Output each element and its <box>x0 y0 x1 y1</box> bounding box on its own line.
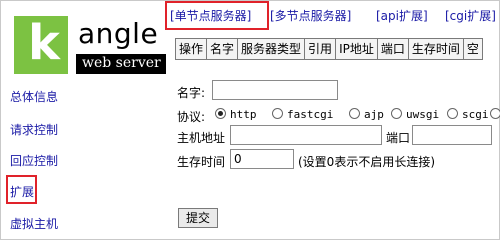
ttl-hint: (设置0表示不启用长连接) <box>298 155 435 169</box>
name-input[interactable] <box>212 80 338 100</box>
logo-subtitle: web server <box>82 55 161 71</box>
sidebar-item-overview[interactable]: 总体信息 <box>10 88 58 105</box>
column-header: 端口 <box>377 39 409 59</box>
protocol-radio-uwsgi[interactable] <box>391 108 402 119</box>
protocol-option-ajp: ajp <box>364 108 384 121</box>
column-header: 空 <box>463 39 482 59</box>
top-link-api-extension[interactable]: [api扩展] <box>376 7 428 24</box>
kangle-logo: k angle web server <box>8 8 166 77</box>
name-label: 名字: <box>177 86 206 100</box>
host-label: 主机地址 <box>177 131 226 145</box>
column-header: 引用 <box>305 39 337 59</box>
protocol-radio-scgi[interactable] <box>447 108 458 119</box>
ttl-input[interactable] <box>230 149 294 169</box>
logo-k-box: k <box>14 16 68 74</box>
sidebar-item-request-control[interactable]: 请求控制 <box>10 121 58 138</box>
server-table-header: 操作 名字 服务器类型 引用 IP地址 端口 生存时间 空 <box>175 38 483 60</box>
submit-button[interactable]: 提交 <box>178 208 218 228</box>
protocol-option-http: http <box>230 108 257 121</box>
protocol-option-scgi: scgi <box>462 108 489 121</box>
sidebar-item-extensions[interactable]: 扩展 <box>10 183 34 200</box>
protocol-radio-more[interactable] <box>490 108 500 119</box>
column-header: 生存时间 <box>408 39 464 59</box>
sidebar-item-virtual-host[interactable]: 虚拟主机 <box>10 215 58 232</box>
logo-letter: k <box>28 15 60 71</box>
column-header: IP地址 <box>336 39 378 59</box>
ttl-label: 生存时间 <box>177 155 226 169</box>
host-input[interactable] <box>230 125 382 145</box>
top-link-multi-node[interactable]: [多节点服务器] <box>270 7 351 24</box>
top-link-single-node[interactable]: [单节点服务器] <box>170 7 251 24</box>
protocol-label: 协议: <box>177 110 206 124</box>
sidebar-item-response-control[interactable]: 回应控制 <box>10 152 58 169</box>
port-input[interactable] <box>412 125 492 145</box>
protocol-option-fastcgi: fastcgi <box>287 108 334 121</box>
protocol-radio-http[interactable] <box>215 108 226 119</box>
protocol-radio-fastcgi[interactable] <box>272 108 283 119</box>
port-label: 端口 <box>386 131 411 145</box>
logo-word: angle <box>78 17 159 50</box>
column-header: 名字 <box>207 39 239 59</box>
column-header: 服务器类型 <box>238 39 306 59</box>
protocol-option-uwsgi: uwsgi <box>406 108 440 121</box>
protocol-radio-ajp[interactable] <box>349 108 360 119</box>
top-link-cgi-extension[interactable]: [cgi扩展] <box>445 7 496 24</box>
column-header: 操作 <box>176 39 208 59</box>
